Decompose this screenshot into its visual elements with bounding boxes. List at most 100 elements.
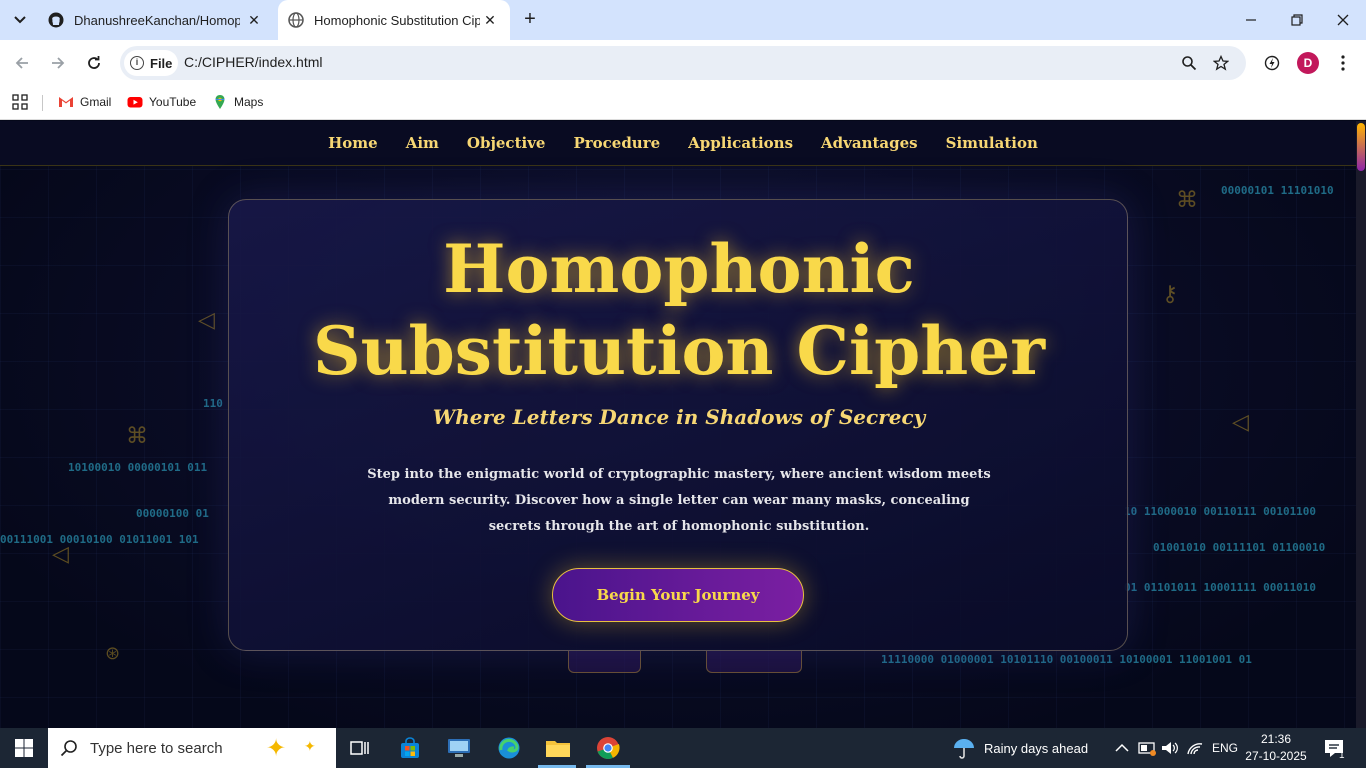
edge-icon <box>498 737 520 759</box>
weather-widget[interactable]: Rainy days ahead <box>952 728 1088 768</box>
hero-title-line2: Substitution Cipher <box>312 312 1046 390</box>
triangle-icon: ◁ <box>198 307 215 332</box>
taskbar-search-box[interactable]: Type here to search ✦ ✦ <box>48 728 336 768</box>
scheme-label: File <box>150 55 173 71</box>
notifications-button[interactable]: 1 <box>1323 728 1345 768</box>
decorative-tab <box>706 651 802 673</box>
nav-link-applications[interactable]: Applications <box>688 134 793 152</box>
chrome-button[interactable] <box>594 734 622 762</box>
bookmarks-bar: Gmail YouTube Maps <box>0 86 1366 120</box>
site-info-chip[interactable]: i File <box>124 50 178 76</box>
nav-link-simulation[interactable]: Simulation <box>946 134 1038 152</box>
github-icon <box>48 12 64 28</box>
task-view-icon <box>350 741 369 755</box>
minimize-icon <box>1246 19 1256 21</box>
back-button[interactable] <box>10 51 34 75</box>
new-tab-button[interactable]: + <box>518 8 542 32</box>
zoom-button[interactable] <box>1180 54 1198 72</box>
gear-icon: ⊛ <box>105 643 121 663</box>
hero-title: Homophonic Substitution Cipher <box>229 228 1129 392</box>
hero-card: Homophonic Substitution Cipher Where Let… <box>228 199 1128 651</box>
reload-button[interactable] <box>82 51 106 75</box>
nav-link-objective[interactable]: Objective <box>467 134 546 152</box>
scrollbar-thumb[interactable] <box>1357 123 1365 171</box>
close-icon[interactable]: ✕ <box>246 12 262 28</box>
bookmark-maps[interactable]: Maps <box>212 94 263 110</box>
apps-button[interactable] <box>12 94 28 110</box>
clock-date: 27-10-2025 <box>1245 749 1307 763</box>
extensions-button[interactable] <box>1260 51 1284 75</box>
monitor-icon <box>448 739 470 757</box>
show-hidden-icons-button[interactable] <box>1115 728 1129 768</box>
network-button[interactable] <box>1186 728 1204 768</box>
close-icon[interactable]: ✕ <box>482 12 498 28</box>
close-icon <box>1337 14 1349 26</box>
profile-avatar[interactable]: D <box>1297 52 1319 74</box>
kebab-menu-icon <box>1341 55 1345 71</box>
bookmark-youtube[interactable]: YouTube <box>127 94 196 110</box>
nav-link-aim[interactable]: Aim <box>406 134 439 152</box>
restore-icon <box>1291 14 1303 26</box>
binary-string: 01 01101011 10001111 00011010 <box>1124 581 1317 594</box>
forward-button[interactable] <box>46 51 70 75</box>
arrow-right-icon <box>52 57 65 69</box>
nav-link-procedure[interactable]: Procedure <box>573 134 660 152</box>
url-text[interactable]: C:/CIPHER/index.html <box>184 54 322 70</box>
file-explorer-button[interactable] <box>544 734 572 762</box>
volume-button[interactable] <box>1161 728 1179 768</box>
hero-title-line1: Homophonic <box>443 230 915 308</box>
begin-journey-button[interactable]: Begin Your Journey <box>552 568 804 622</box>
close-window-button[interactable] <box>1320 0 1366 40</box>
control-panel-button[interactable] <box>445 734 473 762</box>
minimize-button[interactable] <box>1228 0 1274 40</box>
command-symbol-icon: ⌘ <box>126 423 148 448</box>
hero-description: Step into the enigmatic world of cryptog… <box>367 467 991 534</box>
windows-logo-icon <box>15 739 33 757</box>
nav-link-home[interactable]: Home <box>328 134 378 152</box>
bookmark-label: Gmail <box>80 95 112 109</box>
binary-string: 00000101 11101010 <box>1221 184 1334 197</box>
hero-subtitle: Where Letters Dance in Shadows of Secrec… <box>432 405 926 429</box>
sparkle-icon: ✦ <box>304 738 316 754</box>
chrome-icon <box>597 737 620 759</box>
weather-text: Rainy days ahead <box>984 740 1089 756</box>
volume-icon <box>1162 742 1178 754</box>
restore-button[interactable] <box>1274 0 1320 40</box>
edge-button[interactable] <box>495 734 523 762</box>
store-icon <box>401 737 419 758</box>
tab-title: Homophonic Substitution Cipher <box>314 12 480 28</box>
chevron-up-icon <box>1115 743 1129 752</box>
address-bar[interactable]: i File C:/CIPHER/index.html <box>120 46 1246 80</box>
bookmark-divider <box>42 95 43 111</box>
performance-icon <box>1264 55 1280 71</box>
page-scrollbar[interactable] <box>1356 121 1366 728</box>
notification-count: 1 <box>1339 750 1345 761</box>
tab-cipher[interactable]: Homophonic Substitution Cipher ✕ <box>278 0 510 40</box>
sparkle-icon: ✦ <box>266 735 287 762</box>
star-icon <box>1213 55 1229 71</box>
tab-github[interactable]: DhanushreeKanchan/Homophonic ✕ <box>38 0 274 40</box>
nav-link-advantages[interactable]: Advantages <box>821 134 918 152</box>
task-view-button[interactable] <box>346 734 374 762</box>
triangle-icon: ◁ <box>1232 409 1249 434</box>
language-indicator[interactable]: ENG <box>1212 728 1238 768</box>
bookmark-label: YouTube <box>149 95 197 109</box>
clock[interactable]: 21:36 27-10-2025 <box>1240 731 1312 765</box>
decorative-tab <box>568 651 641 673</box>
tab-search-button[interactable] <box>6 8 34 32</box>
binary-string: 11110000 01000001 10101110 00100011 1010… <box>881 653 1252 666</box>
binary-string: 01001010 00111101 01100010 <box>1153 541 1326 554</box>
arrow-left-icon <box>15 57 28 69</box>
browser-toolbar: i File C:/CIPHER/index.html D <box>0 40 1366 86</box>
microsoft-store-button[interactable] <box>396 734 424 762</box>
browser-menu-button[interactable] <box>1331 51 1355 75</box>
bookmark-star-button[interactable] <box>1212 54 1230 72</box>
reload-icon <box>88 56 100 69</box>
binary-string: 00000100 01 <box>136 507 209 520</box>
start-button[interactable] <box>0 728 48 768</box>
bookmark-gmail[interactable]: Gmail <box>58 94 111 110</box>
meet-now-button[interactable] <box>1138 728 1156 768</box>
web-page: 00000101 11101010 110 10100010 00000101 … <box>0 121 1366 728</box>
triangle-icon: ◁ <box>52 541 69 566</box>
site-navigation: Home Aim Objective Procedure Application… <box>0 121 1366 166</box>
